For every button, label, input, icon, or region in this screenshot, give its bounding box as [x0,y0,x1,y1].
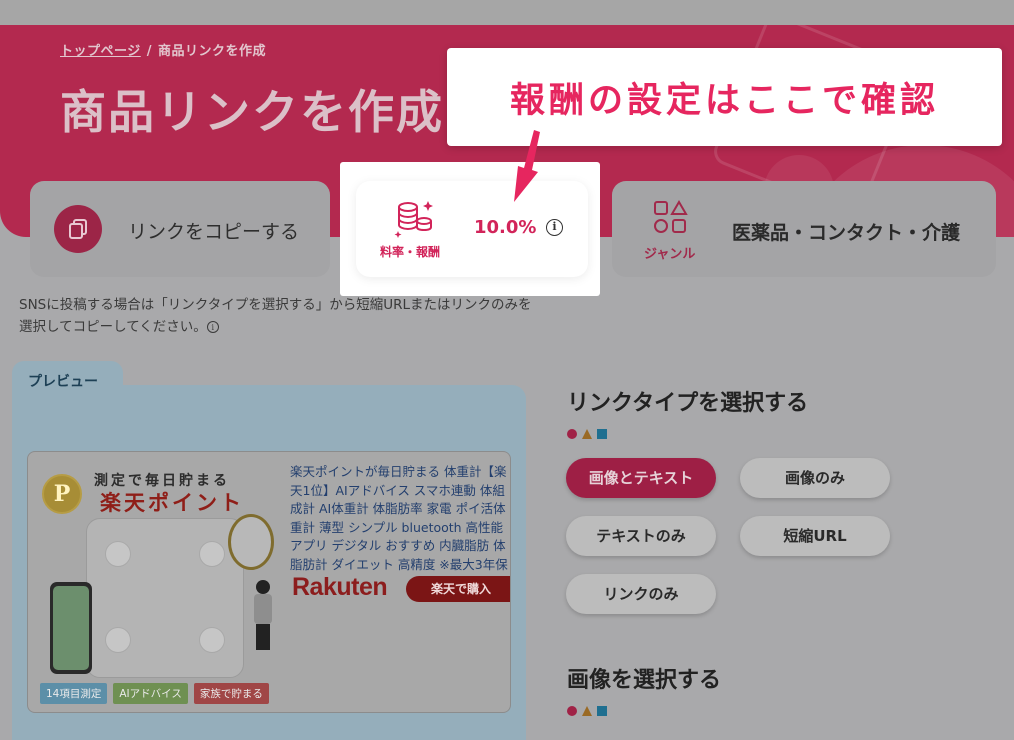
feature-tag: 14項目測定 [40,683,108,704]
product-title-link[interactable]: 楽天ポイントが毎日貯まる 体重計【楽天1位】AIアドバイス スマホ連動 体組成計… [290,463,510,573]
rate-caption: 料率・報酬 [380,245,441,259]
feature-tag: 家族で貯まる [193,683,269,704]
breadcrumb-current: 商品リンクを作成 [158,44,267,59]
scale-pad [105,541,131,567]
point-coin-icon: P [42,474,82,514]
feature-tag: AIアドバイス [113,683,188,704]
breadcrumb-home-link[interactable]: トップページ [60,44,141,59]
scale-image [86,518,244,678]
copy-icon [54,205,102,253]
link-type-option-text-only[interactable]: テキストのみ [566,516,716,556]
link-type-option-image-text[interactable]: 画像とテキスト [566,458,716,498]
buy-on-rakuten-button[interactable]: 楽天で購入 [406,576,510,602]
page-title: 商品リンクを作成 [60,85,444,139]
link-type-option-short-url[interactable]: 短縮URL [740,516,890,556]
sns-note: SNSに投稿する場合は「リンクタイプを選択する」から短縮URLまたはリンクのみを… [19,294,539,338]
link-type-title: リンクタイプを選択する [567,391,809,416]
commission-rate-card: 料率・報酬 10.0% i [356,181,588,277]
callout-text: 報酬の設定はここで確認 [509,81,939,121]
phone-image [50,582,92,674]
section-shapes-icon [567,706,607,716]
info-icon[interactable]: i [206,321,219,333]
copy-link-card[interactable]: リンクをコピーする [30,181,330,277]
section-shapes-icon [567,429,607,439]
preview-tab: プレビュー [12,361,123,401]
link-type-option-image-only[interactable]: 画像のみ [740,458,890,498]
feature-tags: 14項目測定 AIアドバイス 家族で貯まる [40,683,269,704]
info-icon[interactable]: i [546,219,563,236]
genre-card: ジャンル 医薬品・コンタクト・介護 [612,181,996,277]
rate-value: 10.0% [474,217,537,238]
product-preview-card[interactable]: P 測定で毎日貯まる 楽天ポイント 14項目測定 AIアドバイス 家族で貯まる 楽天… [27,451,511,713]
award-badge-icon [228,514,274,570]
breadcrumb: トップページ / 商品リンクを作成 [60,40,266,59]
scale-pad [199,541,225,567]
coins-sparkle-icon [394,197,438,245]
genre-value: 医薬品・コンタクト・介護 [732,222,961,244]
image-select-title: 画像を選択する [567,668,722,693]
breadcrumb-separator: / [146,44,152,59]
genre-caption: ジャンル [644,247,696,262]
sns-note-text: SNSに投稿する場合は「リンクタイプを選択する」から短縮URLまたはリンクのみを… [19,297,532,335]
top-bar [0,0,1014,25]
person-image [250,580,276,650]
scale-pad [199,627,225,653]
promo-line-2: 楽天ポイント [100,491,244,515]
shapes-icon [652,199,688,239]
copy-link-label: リンクをコピーする [128,221,300,243]
scale-pad [105,627,131,653]
link-type-option-link-only[interactable]: リンクのみ [566,574,716,614]
rakuten-logo: Rakuten [292,573,388,601]
annotation-arrow-icon [514,130,540,202]
